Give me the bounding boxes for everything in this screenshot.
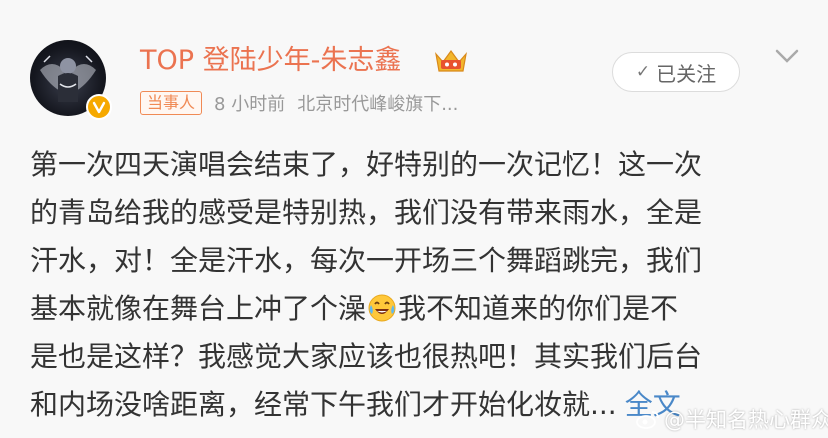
content-text: 和内场没啥距离，经常下午我们才开始化妆就...	[30, 388, 617, 421]
follow-button[interactable]: ✓ 已关注	[612, 52, 740, 92]
laughing-tears-emoji-icon	[368, 294, 396, 322]
content-line: 基本就像在舞台上冲了个澡 我不知道来的你们是不	[30, 285, 810, 333]
chevron-down-icon[interactable]	[774, 48, 800, 64]
content-line: 汗水，对！全是汗水，每次一开场三个舞蹈跳完，我们	[30, 244, 703, 277]
watermark-text: @半知名热心群众	[664, 408, 828, 432]
check-icon: ✓	[635, 62, 651, 82]
crown-icon	[435, 49, 467, 72]
role-tag: 当事人	[140, 91, 203, 115]
weibo-logo-icon	[636, 411, 659, 429]
watermark: @半知名热心群众	[636, 404, 828, 434]
content-text: 我不知道来的你们是不	[398, 292, 679, 325]
weibo-post: TOP 登陆少年-朱志鑫 当事人 8 小时前 北京时代峰峻旗下... ✓ 已关注…	[0, 0, 828, 438]
content-line: 第一次四天演唱会结束了，好特别的一次记忆！这一次	[30, 148, 703, 181]
post-source[interactable]: 北京时代峰峻旗下...	[297, 90, 458, 116]
verified-badge-icon	[86, 94, 112, 120]
post-meta: 当事人 8 小时前 北京时代峰峻旗下...	[140, 90, 458, 116]
content-line: 是也是这样？我感觉大家应该也很热吧！其实我们后台	[30, 340, 703, 373]
content-line: 的青岛给我的感受是特别热，我们没有带来雨水，全是	[30, 196, 703, 229]
post-content: 第一次四天演唱会结束了，好特别的一次记忆！这一次 的青岛给我的感受是特别热，我们…	[30, 141, 810, 429]
content-text: 基本就像在舞台上冲了个澡	[30, 292, 367, 325]
follow-button-label: 已关注	[656, 61, 717, 86]
username[interactable]: TOP 登陆少年-朱志鑫	[140, 44, 401, 78]
post-time: 8 小时前	[214, 94, 286, 115]
